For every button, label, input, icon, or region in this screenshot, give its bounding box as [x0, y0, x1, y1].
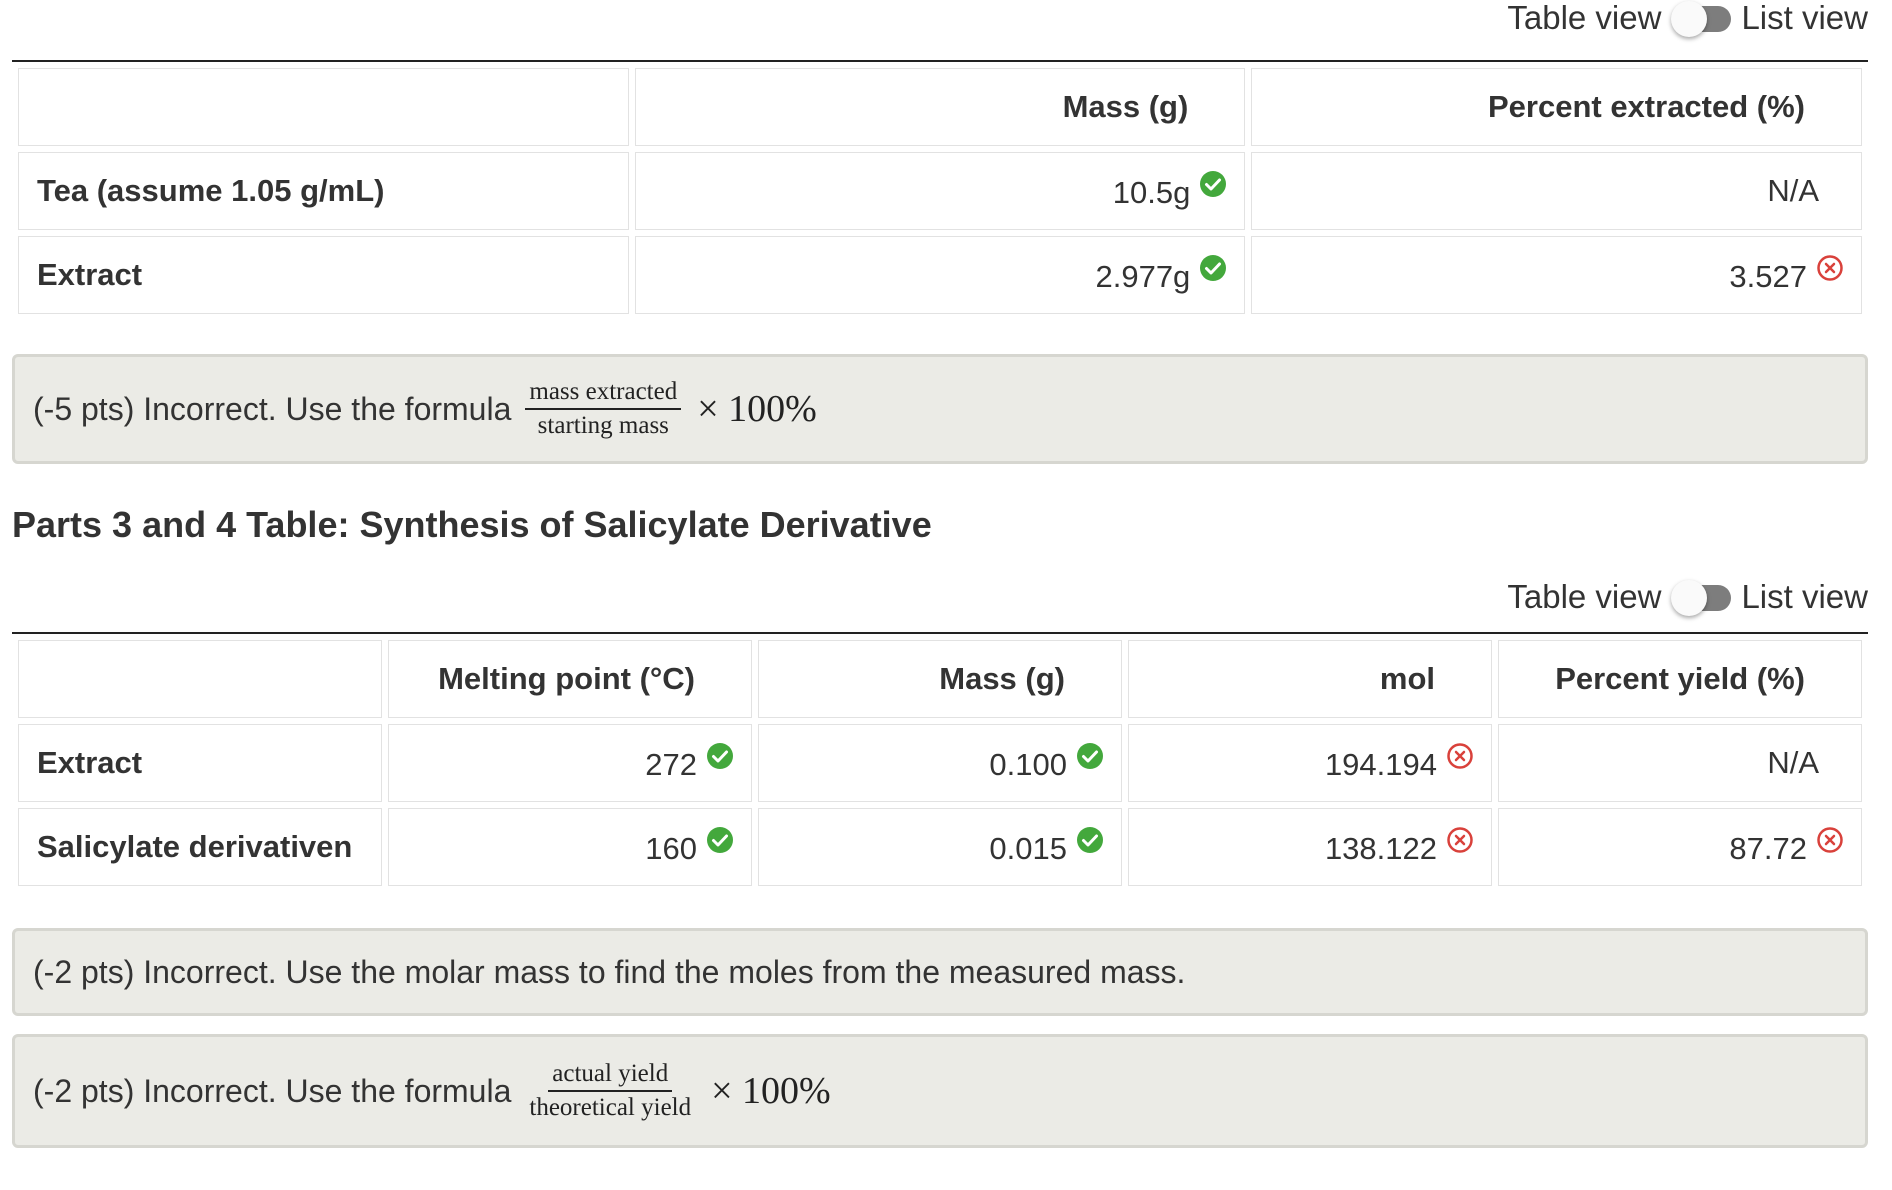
feedback-box: (-5 pts) Incorrect. Use the formula mass… — [12, 354, 1868, 464]
column-header-melting-point: Melting point (°C) — [388, 640, 752, 718]
x-circle-icon — [1817, 255, 1843, 281]
mass-cell[interactable]: 2.977g — [634, 236, 1246, 314]
table-header-row: Mass (g) Percent extracted (%) — [18, 68, 1862, 146]
row-label: Extract — [18, 724, 382, 802]
cell-value: 194.194 — [1324, 747, 1437, 782]
table-header-row: Melting point (°C) Mass (g) mol Percent … — [18, 640, 1862, 718]
column-header-percent-extracted: Percent extracted (%) — [1251, 68, 1862, 146]
cell-value: 160 — [645, 831, 697, 866]
check-circle-icon — [1200, 171, 1227, 197]
cell-value: 10.5g — [1112, 175, 1191, 210]
feedback-text: (-5 pts) Incorrect. Use the formula — [33, 390, 512, 427]
cell-value: 0.100 — [989, 747, 1067, 782]
check-circle-icon — [707, 827, 733, 853]
check-circle-icon — [1077, 743, 1103, 769]
cell-value: N/A — [1767, 745, 1819, 780]
column-header-mol: mol — [1128, 640, 1492, 718]
mass-cell[interactable]: 0.100 — [758, 724, 1122, 802]
feedback-text: (-2 pts) Incorrect. Use the molar mass t… — [33, 953, 1186, 990]
mass-cell[interactable]: 0.015 — [758, 808, 1122, 886]
table-row: Extract 272 0.100 194.194 N/A — [18, 724, 1862, 802]
column-header — [18, 640, 382, 718]
extraction-table: Mass (g) Percent extracted (%) Tea (assu… — [12, 62, 1868, 320]
view-switch[interactable] — [1671, 1, 1733, 37]
column-header-mass: Mass (g) — [634, 68, 1246, 146]
melting-point-cell[interactable]: 272 — [388, 724, 752, 802]
x-circle-icon — [1447, 743, 1473, 769]
x-circle-icon — [1447, 827, 1473, 853]
feedback-box: (-2 pts) Incorrect. Use the molar mass t… — [12, 928, 1868, 1016]
section-title: Parts 3 and 4 Table: Synthesis of Salicy… — [12, 504, 932, 545]
row-label: Extract — [18, 236, 629, 314]
formula: mass extracted starting mass × 100% — [525, 378, 817, 440]
table-view-label: Table view — [1507, 578, 1662, 615]
column-header — [18, 68, 629, 146]
column-header-percent-yield: Percent yield (%) — [1498, 640, 1862, 718]
table-view-label: Table view — [1507, 0, 1662, 36]
cell-value: 3.527 — [1729, 259, 1807, 294]
times-100-percent: × 100% — [711, 1070, 831, 1112]
column-header-mass: Mass (g) — [758, 640, 1122, 718]
fraction: actual yield theoretical yield — [525, 1060, 695, 1122]
x-circle-icon — [1817, 827, 1843, 853]
feedback-box: (-2 pts) Incorrect. Use the formula actu… — [12, 1034, 1868, 1148]
denominator: starting mass — [537, 412, 669, 439]
numerator: mass extracted — [525, 378, 682, 410]
cell-value: 0.015 — [989, 831, 1067, 866]
view-toggle: Table view List view — [12, 572, 1868, 622]
cell-value: 2.977g — [1095, 259, 1191, 294]
feedback-text: (-2 pts) Incorrect. Use the formula — [33, 1072, 512, 1109]
mol-cell[interactable]: 138.122 — [1128, 808, 1492, 886]
synthesis-table: Melting point (°C) Mass (g) mol Percent … — [12, 634, 1868, 892]
cell-value: 87.72 — [1729, 831, 1807, 866]
percent-yield-cell[interactable]: N/A — [1498, 724, 1862, 802]
percent-cell[interactable]: 3.527 — [1251, 236, 1862, 314]
melting-point-cell[interactable]: 160 — [388, 808, 752, 886]
check-circle-icon — [1077, 827, 1103, 853]
list-view-label: List view — [1741, 578, 1868, 615]
check-circle-icon — [707, 743, 733, 769]
view-toggle: Table view List view — [12, 0, 1868, 37]
row-label: Salicylate derivativen — [18, 808, 382, 886]
fraction: mass extracted starting mass — [525, 378, 682, 440]
percent-yield-cell[interactable]: 87.72 — [1498, 808, 1862, 886]
table-row: Tea (assume 1.05 g/mL) 10.5g N/A — [18, 152, 1862, 230]
view-switch[interactable] — [1671, 580, 1733, 616]
denominator: theoretical yield — [529, 1094, 692, 1121]
list-view-label: List view — [1741, 0, 1868, 36]
cell-value: 138.122 — [1324, 831, 1437, 866]
numerator: actual yield — [548, 1060, 673, 1092]
percent-cell[interactable]: N/A — [1251, 152, 1862, 230]
mol-cell[interactable]: 194.194 — [1128, 724, 1492, 802]
cell-value: 272 — [645, 747, 697, 782]
times-100-percent: × 100% — [697, 388, 817, 430]
cell-value: N/A — [1767, 173, 1819, 208]
row-label: Tea (assume 1.05 g/mL) — [18, 152, 629, 230]
mass-cell[interactable]: 10.5g — [634, 152, 1246, 230]
check-circle-icon — [1200, 255, 1227, 281]
table-row: Salicylate derivativen 160 0.015 138.122… — [18, 808, 1862, 886]
table-row: Extract 2.977g 3.527 — [18, 236, 1862, 314]
formula: actual yield theoretical yield × 100% — [525, 1060, 830, 1122]
results-page: Table view List view Mass (g) Percent ex… — [12, 0, 1868, 1148]
